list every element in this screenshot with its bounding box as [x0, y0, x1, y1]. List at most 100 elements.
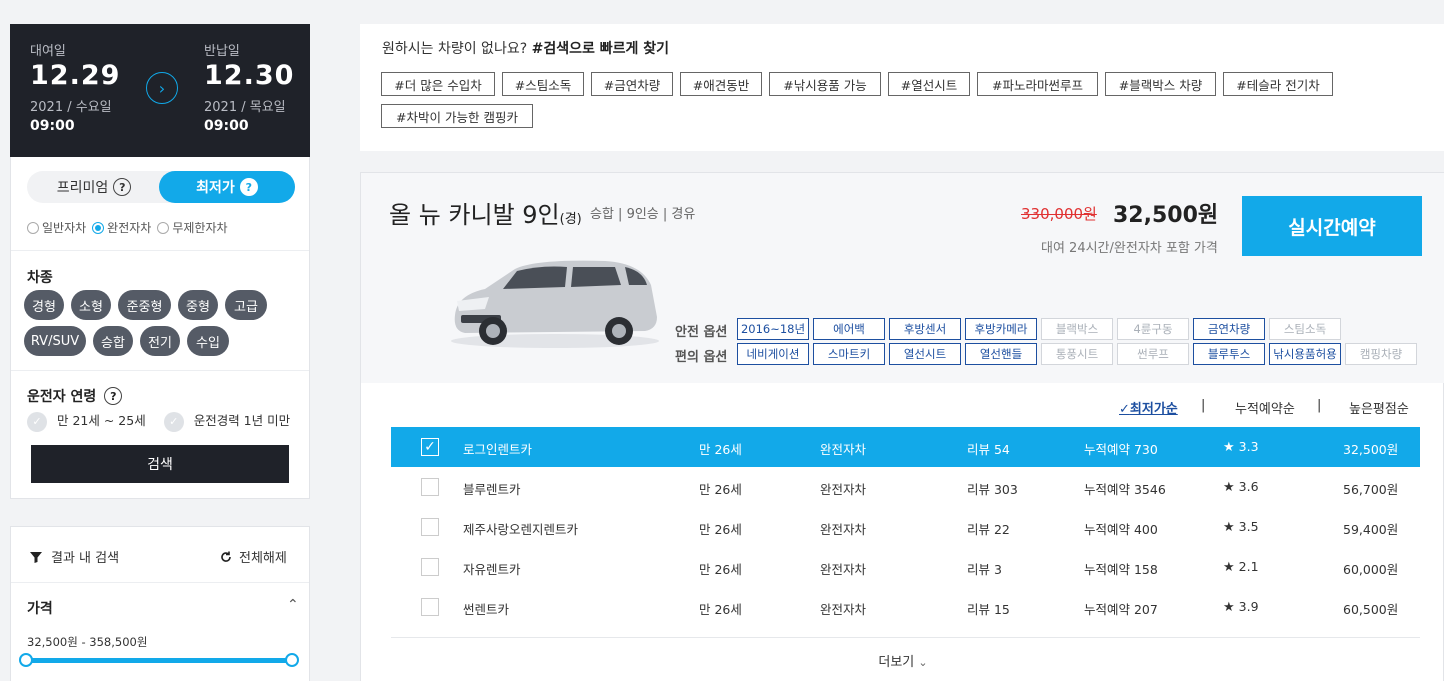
chevron-down-icon: ⌄	[918, 656, 928, 669]
rating: ★ 3.6	[1223, 479, 1259, 495]
option-tag: 통풍시트	[1041, 343, 1113, 365]
radio-full[interactable]: 완전자차	[92, 219, 151, 236]
premium-toggle[interactable]: 프리미엄 ?	[27, 171, 161, 203]
results-filter-panel: 결과 내 검색 전체해제 가격 ⌃ 32,500원 - 358,500원	[10, 526, 310, 681]
help-icon[interactable]: ?	[239, 178, 258, 196]
option-tag: 캠핑차량	[1345, 343, 1417, 365]
min-age: 만 26세	[699, 482, 742, 497]
return-date: 12.30	[204, 60, 295, 91]
chevron-right-icon[interactable]: ›	[146, 72, 178, 104]
pickup-label: 대여일	[30, 44, 66, 59]
experience-option[interactable]: ✓ 운전경력 1년 미만	[163, 411, 290, 432]
check-icon: ✓	[1119, 402, 1130, 417]
table-row[interactable]: ✓ 로그인렌트카 만 26세 완전자차 리뷰 54 누적예약 730 32,500원 ★ 3.3	[391, 427, 1420, 467]
cheapest-toggle[interactable]: 최저가 ?	[159, 171, 295, 203]
tag-item[interactable]: #테슬라 전기차	[1223, 72, 1333, 96]
tag-item[interactable]: #차박이 가능한 캠핑카	[381, 104, 533, 128]
insurance-type: 완전자차	[820, 442, 867, 457]
chip-electric[interactable]: 전기	[140, 326, 180, 356]
star-icon: ★	[1223, 560, 1235, 575]
insurance-type: 완전자차	[820, 602, 867, 617]
star-icon: ★	[1223, 440, 1235, 455]
driver-age-title: 운전자 연령 ?	[27, 386, 123, 406]
chip-semi-mid[interactable]: 준중형	[118, 290, 171, 320]
tag-item[interactable]: #금연차량	[591, 72, 673, 96]
chip-small[interactable]: 소형	[71, 290, 111, 320]
age-option[interactable]: ✓ 만 21세 ~ 25세	[27, 411, 146, 432]
tag-item[interactable]: #스팀소독	[502, 72, 584, 96]
chip-compact[interactable]: 경형	[24, 290, 64, 320]
option-tag: 썬루프	[1117, 343, 1189, 365]
table-row[interactable]: 블루렌트카 만 26세 완전자차 리뷰 303 누적예약 3546 56,700원 ★ 3.6	[391, 467, 1420, 507]
checkbox-icon[interactable]	[421, 478, 439, 496]
tag-item[interactable]: #파노라마썬루프	[977, 72, 1098, 96]
tag-item[interactable]: #더 많은 수입차	[381, 72, 495, 96]
rating-value: 3.3	[1238, 439, 1259, 454]
car-image	[451, 260, 659, 348]
driver-options: ✓ 만 21세 ~ 25세 ✓ 운전경력 1년 미만	[27, 410, 290, 432]
tag-item[interactable]: #열선시트	[888, 72, 970, 96]
star-icon: ★	[1223, 480, 1235, 495]
sort-reservations[interactable]: 누적예약순	[1235, 398, 1295, 417]
price-slider-min-handle[interactable]	[19, 653, 33, 667]
booking-count: 누적예약 400	[1084, 522, 1158, 537]
rental-date-box[interactable]: 대여일 12.29 2021 / 수요일 09:00 › 반납일 12.30 2…	[10, 24, 310, 157]
search-in-results[interactable]: 결과 내 검색	[29, 547, 119, 566]
car-type-title: 차종	[27, 270, 53, 286]
more-button[interactable]: 더보기 ⌄	[361, 651, 1444, 670]
price-slider-track[interactable]	[27, 658, 293, 663]
divider	[11, 370, 309, 371]
table-row[interactable]: 제주사랑오렌지렌트카 만 26세 완전자차 리뷰 22 누적예약 400 59,400원 ★…	[391, 507, 1420, 547]
price-slider-max-handle[interactable]	[285, 653, 299, 667]
sort-cheapest[interactable]: ✓최저가순	[1119, 398, 1178, 417]
return-time: 09:00	[204, 118, 249, 134]
checkbox-icon[interactable]	[421, 518, 439, 536]
tag-item[interactable]: #낚시용품 가능	[769, 72, 881, 96]
help-icon[interactable]: ?	[113, 178, 132, 196]
help-icon[interactable]: ?	[104, 387, 123, 405]
chevron-up-icon[interactable]: ⌃	[287, 597, 299, 613]
min-age: 만 26세	[699, 442, 742, 457]
insurance-type: 완전자차	[820, 562, 867, 577]
checkbox-icon[interactable]	[421, 598, 439, 616]
sort-rating[interactable]: 높은평점순	[1349, 398, 1409, 417]
rating: ★ 3.3	[1223, 439, 1259, 455]
checkbox-checked-icon[interactable]: ✓	[421, 438, 439, 456]
search-button[interactable]: 검색	[31, 445, 289, 483]
rating-value: 3.6	[1238, 479, 1259, 494]
sort-divider: |	[1201, 398, 1206, 413]
price-mode-toggle[interactable]: 프리미엄 ? 최저가 ?	[27, 171, 295, 203]
chip-mid[interactable]: 중형	[178, 290, 218, 320]
car-card: 올 뉴 카니발 9인(경) 승합 | 9인승 | 경유 330,000원 32,…	[360, 172, 1444, 681]
chip-van[interactable]: 승합	[93, 326, 133, 356]
rental-price: 59,400원	[1343, 522, 1399, 537]
booking-count: 누적예약 3546	[1084, 482, 1166, 497]
rating: ★ 3.9	[1223, 599, 1259, 615]
car-name: 올 뉴 카니발 9인(경)	[389, 201, 582, 229]
table-row[interactable]: 썬렌트카 만 26세 완전자차 리뷰 15 누적예약 207 60,500원 ★ 3.9	[391, 587, 1420, 627]
option-tag: 블루투스	[1193, 343, 1265, 365]
booking-count: 누적예약 158	[1084, 562, 1158, 577]
tag-item[interactable]: #애견동반	[680, 72, 762, 96]
radio-icon	[157, 222, 170, 234]
rental-price: 56,700원	[1343, 482, 1399, 497]
reset-all-button[interactable]: 전체해제	[219, 547, 287, 566]
insurance-type: 완전자차	[820, 522, 867, 537]
radio-checked-icon	[92, 222, 105, 234]
sale-price: 32,500원	[1113, 203, 1219, 228]
tag-item[interactable]: #블랙박스 차량	[1105, 72, 1216, 96]
chip-rv-suv[interactable]: RV/SUV	[24, 326, 86, 356]
checkbox-icon[interactable]	[421, 558, 439, 576]
safety-options-label: 안전 옵션	[675, 325, 728, 340]
realtime-reserve-button[interactable]: 실시간예약	[1242, 196, 1422, 256]
chip-luxury[interactable]: 고급	[225, 290, 267, 320]
radio-unlimited[interactable]: 무제한자차	[157, 219, 228, 236]
table-row[interactable]: 자유렌트카 만 26세 완전자차 리뷰 3 누적예약 158 60,000원 ★ 2.1	[391, 547, 1420, 587]
booking-count: 누적예약 730	[1084, 442, 1158, 457]
option-tag: 금연차량	[1193, 318, 1265, 340]
premium-label: 프리미엄	[56, 180, 109, 196]
chip-imported[interactable]: 수입	[187, 326, 229, 356]
divider	[391, 637, 1420, 638]
radio-basic[interactable]: 일반자차	[27, 219, 86, 236]
check-icon: ✓	[27, 411, 47, 432]
